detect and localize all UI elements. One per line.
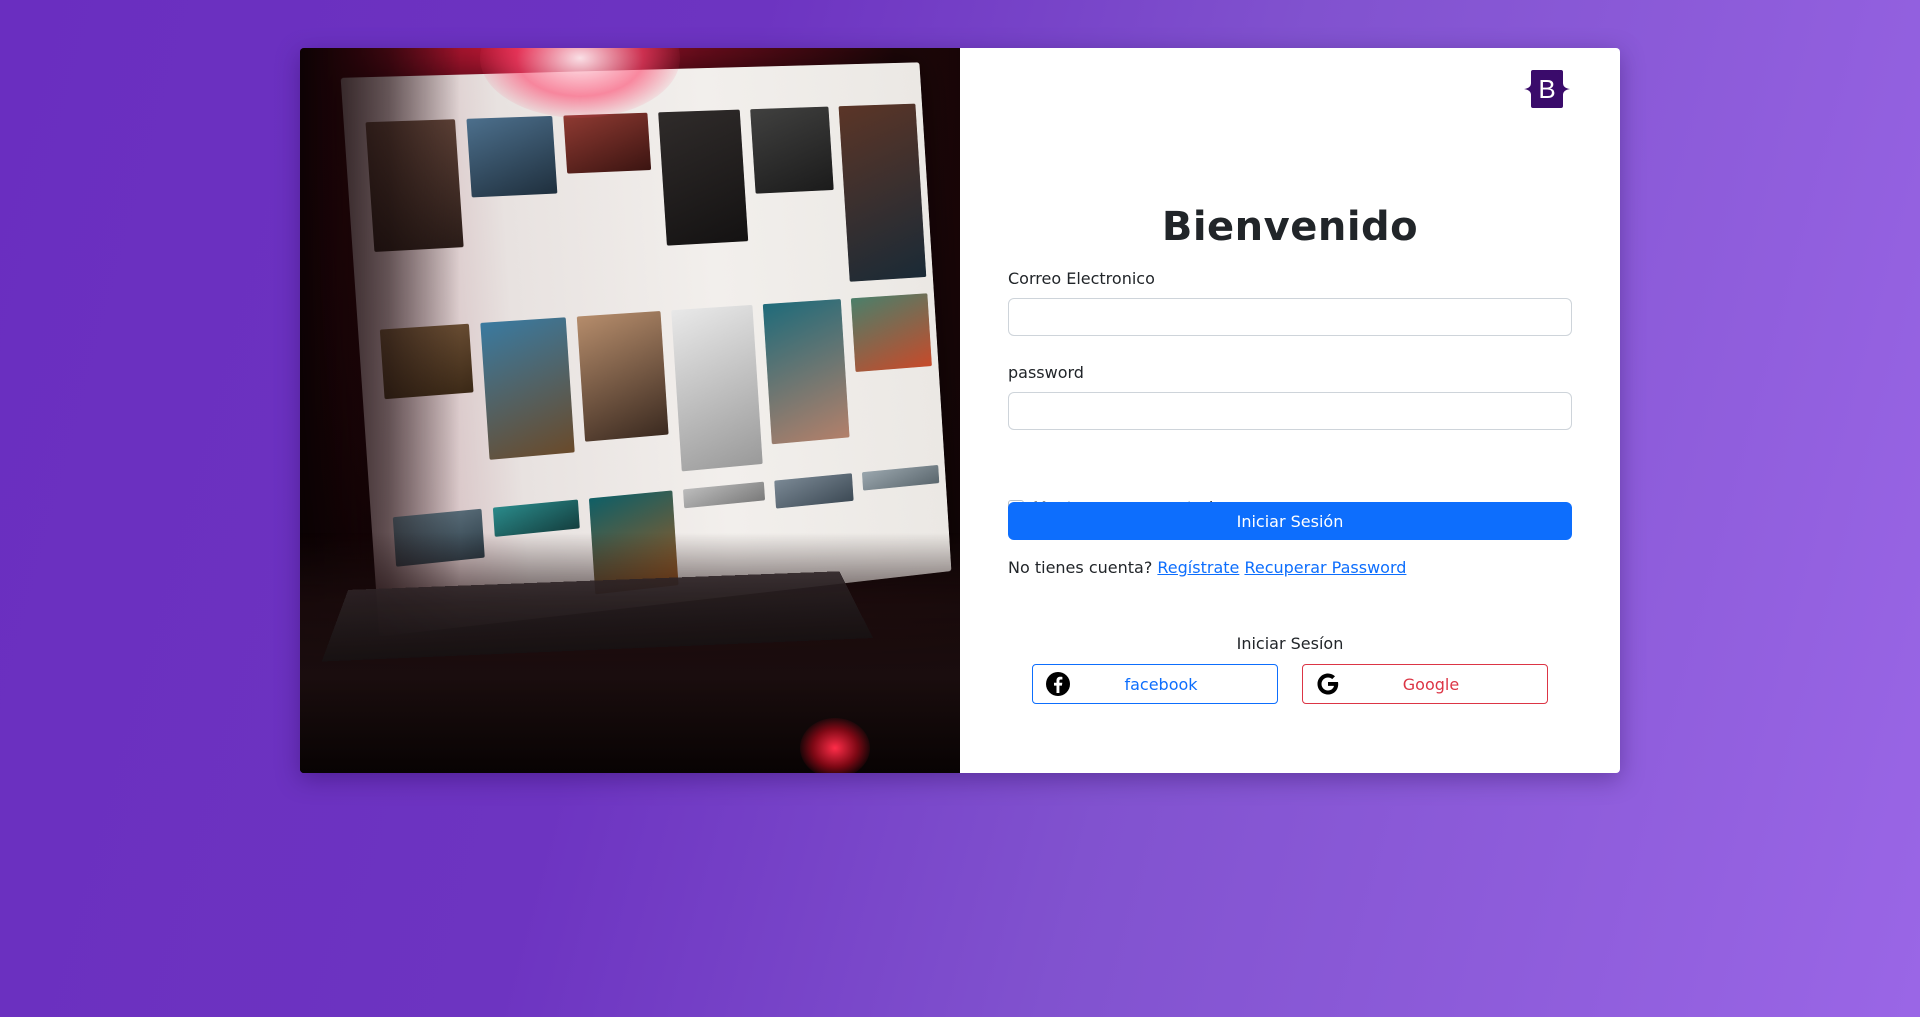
facebook-icon xyxy=(1045,671,1071,697)
no-account-text: No tienes cuenta? xyxy=(1008,558,1152,577)
email-field[interactable] xyxy=(1008,298,1572,336)
register-link[interactable]: Regístrate xyxy=(1157,558,1239,577)
social-login-title: Iniciar Sesíon xyxy=(960,634,1620,653)
svg-text:B: B xyxy=(1538,74,1555,104)
page-title: Bienvenido xyxy=(960,204,1620,250)
recover-password-link[interactable]: Recuperar Password xyxy=(1244,558,1406,577)
password-label: password xyxy=(1008,363,1084,382)
facebook-login-button[interactable]: facebook xyxy=(1032,664,1278,704)
login-card: B Bienvenido Correo Electronico password… xyxy=(300,48,1620,773)
password-field[interactable] xyxy=(1008,392,1572,430)
google-icon xyxy=(1315,671,1341,697)
google-label: Google xyxy=(1341,675,1547,694)
hero-image xyxy=(300,48,960,773)
email-label: Correo Electronico xyxy=(1008,269,1155,288)
google-login-button[interactable]: Google xyxy=(1302,664,1548,704)
bootstrap-logo-icon: B xyxy=(1522,69,1572,109)
login-panel: B Bienvenido Correo Electronico password… xyxy=(960,48,1620,773)
facebook-label: facebook xyxy=(1071,675,1277,694)
login-button[interactable]: Iniciar Sesión xyxy=(1008,502,1572,540)
register-row: No tienes cuenta? Regístrate Recuperar P… xyxy=(1008,558,1406,577)
